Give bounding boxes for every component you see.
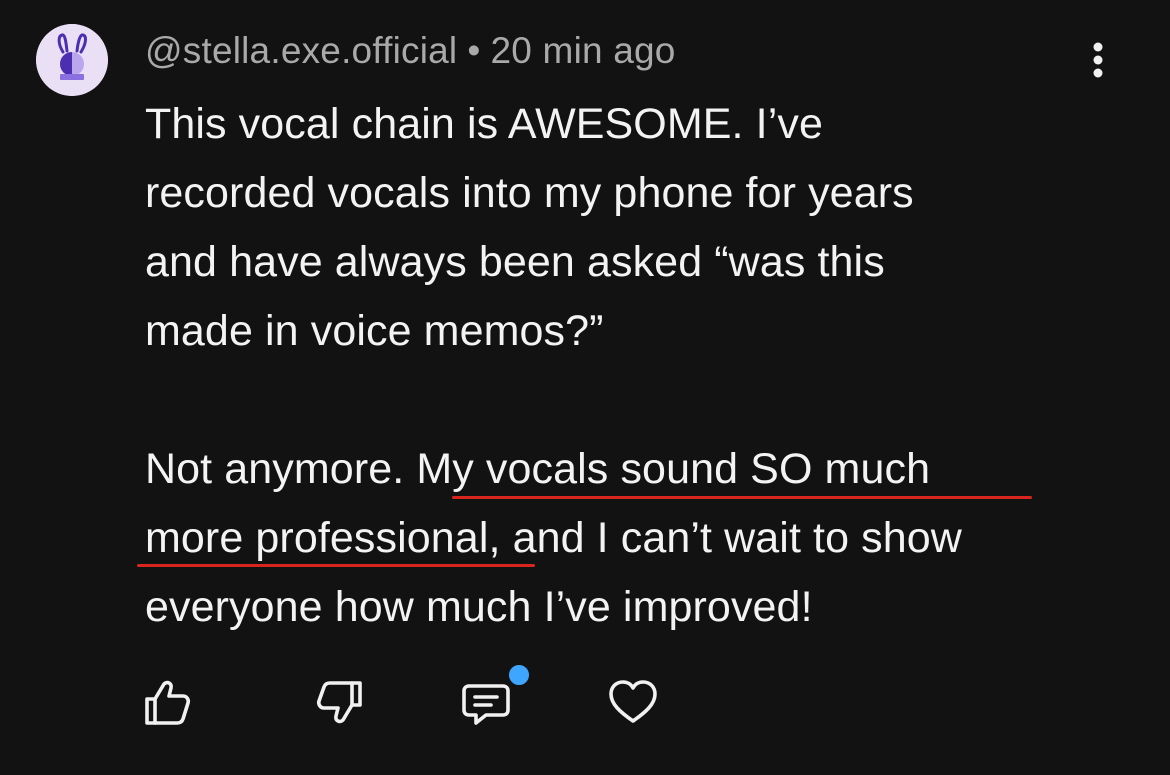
comment-line: This vocal chain is AWESOME. I’ve: [145, 100, 823, 148]
comment-line: more professional, and I can’t wait to s…: [145, 504, 1135, 573]
like-button[interactable]: [137, 672, 197, 732]
comment-line: everyone how much I’ve improved!: [145, 583, 813, 631]
meta-separator: •: [467, 30, 481, 71]
comment-body: This vocal chain is AWESOME. I’ve record…: [145, 90, 1135, 642]
comment-timestamp: 20 min ago: [490, 30, 676, 71]
thumbs-down-icon: [316, 681, 362, 724]
heart-icon: [609, 680, 657, 723]
more-vertical-icon: [1093, 42, 1103, 78]
author-handle[interactable]: @stella.exe.official: [145, 30, 457, 71]
red-underline-mark: [452, 496, 1032, 499]
dislike-button[interactable]: [310, 672, 370, 732]
highlighted-text: more professional: [145, 514, 489, 562]
notification-dot: [506, 662, 532, 688]
avatar[interactable]: [36, 24, 108, 96]
highlighted-text: My vocals sound SO much: [416, 445, 931, 493]
comment-line: made in voice memos?”: [145, 307, 604, 355]
comment-text: Not anymore.: [145, 445, 417, 493]
thumbs-up-icon: [145, 680, 191, 725]
comment-line: and have always been asked “was this: [145, 238, 885, 286]
bunny-logo-icon: [36, 24, 108, 96]
comment-meta: @stella.exe.official • 20 min ago: [145, 30, 676, 72]
comment-line: recorded vocals into my phone for years: [145, 169, 914, 217]
reply-comment-icon: [462, 684, 510, 725]
more-options-button[interactable]: [1080, 36, 1116, 84]
comment-line: Not anymore. My vocals sound SO much: [145, 435, 1135, 504]
red-underline-mark: [137, 564, 535, 567]
comment: @stella.exe.official • 20 min ago This voc…: [0, 0, 1170, 775]
heart-button[interactable]: [603, 672, 663, 732]
comment-text: , and I can’t wait to show: [488, 514, 962, 562]
